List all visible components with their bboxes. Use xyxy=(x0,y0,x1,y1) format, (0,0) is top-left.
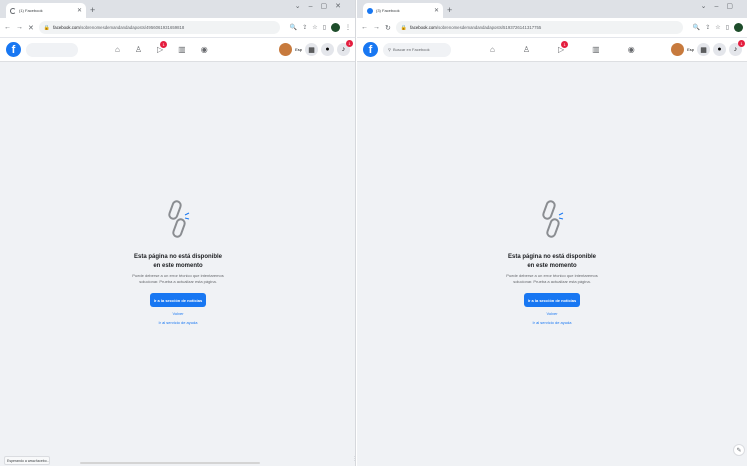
help-center-link[interactable]: Ir al servicio de ayuda xyxy=(118,320,238,325)
broken-link-icon xyxy=(542,200,564,238)
facebook-header: f ⚲ Buscar en Facebook ⌂ ♙ ▷ 1 ▥ ◉ Esp ▦ … xyxy=(357,38,747,62)
share-icon[interactable]: ⇪ xyxy=(302,24,307,31)
menu-grid-icon[interactable]: ▦ xyxy=(697,43,710,56)
avatar[interactable] xyxy=(671,43,685,56)
page-content: Esta página no está disponible en este m… xyxy=(357,62,747,454)
search-placeholder: Buscar en Facebook xyxy=(392,47,430,52)
video-icon[interactable]: ▷ 1 xyxy=(558,41,569,54)
messenger-icon[interactable]: ● xyxy=(713,43,726,56)
notification-badge: 1 xyxy=(346,40,353,47)
edit-icon[interactable]: ✎ xyxy=(733,444,745,456)
back-link[interactable]: Volver xyxy=(492,311,612,316)
notifications-icon[interactable]: ♪ 1 xyxy=(729,40,745,56)
home-icon[interactable]: ⌂ xyxy=(115,45,120,54)
lock-icon: 🔒 xyxy=(43,24,51,31)
messenger-icon[interactable]: ● xyxy=(321,43,334,56)
url-path: /sobrenomesdemandandadaposts/49560619316… xyxy=(79,25,185,30)
video-icon[interactable]: ▷ 1 xyxy=(157,41,168,54)
status-bar: Esperando a www.facebo... xyxy=(4,456,50,465)
tab-title: (1) Facebook xyxy=(19,8,43,13)
browser-tab[interactable]: (1) Facebook ✕ xyxy=(6,3,86,18)
help-center-link[interactable]: Ir al servicio de ayuda xyxy=(492,320,612,325)
groups-icon[interactable]: ◉ xyxy=(201,45,208,54)
url-path: /sobrenomesdemandandadaposts/51937261413… xyxy=(436,25,542,30)
main-nav: ⌂ ♙ ▷ 1 ▥ ◉ xyxy=(490,41,635,54)
facebook-favicon-icon xyxy=(367,7,373,14)
facebook-header: f ⌂ ♙ ▷ 1 ▥ ◉ Esp ▦ ● ♪ 1 xyxy=(0,38,355,62)
notifications-icon[interactable]: ♪ 1 xyxy=(337,40,353,56)
page-content: Esta página no está disponible en este m… xyxy=(0,62,355,454)
notification-badge: 1 xyxy=(738,40,745,47)
search-input[interactable]: ⚲ Buscar en Facebook xyxy=(383,42,451,57)
zoom-icon[interactable]: 🔍 xyxy=(290,24,297,31)
sidepanel-icon[interactable]: ▯ xyxy=(726,24,729,31)
friends-icon[interactable]: ♙ xyxy=(135,45,142,54)
sidepanel-icon[interactable]: ▯ xyxy=(323,24,326,31)
address-bar-row: ← → ↻ 🔒 facebook.com/sobrenomesdemandand… xyxy=(357,18,747,38)
new-tab-icon[interactable]: + xyxy=(447,3,452,18)
profile-name[interactable]: Esp xyxy=(295,47,302,52)
tab-strip: (3) Facebook ✕ + ⌄–▢ xyxy=(357,0,747,18)
forward-icon[interactable]: → xyxy=(373,24,380,31)
window-controls[interactable]: ⌄–▢ xyxy=(701,2,741,10)
horizontal-scrollbar[interactable] xyxy=(80,462,260,464)
profile-icon[interactable] xyxy=(734,23,743,32)
marketplace-icon[interactable]: ▥ xyxy=(178,45,186,54)
menu-icon[interactable]: ⋮ xyxy=(345,24,351,31)
marketplace-icon[interactable]: ▥ xyxy=(592,45,600,54)
url-bar[interactable]: 🔒 facebook.com/sobrenomesdemandandadapos… xyxy=(38,21,280,34)
window-controls[interactable]: ⌄–▢✕ xyxy=(295,2,349,10)
back-link[interactable]: Volver xyxy=(118,311,238,316)
tab-strip: (1) Facebook ✕ + ⌄–▢✕ xyxy=(0,0,355,18)
loading-spinner-icon xyxy=(10,7,16,14)
notification-badge: 1 xyxy=(561,41,569,48)
profile-icon[interactable] xyxy=(331,23,340,32)
bookmark-star-icon[interactable]: ☆ xyxy=(715,24,720,31)
right-browser-window: (3) Facebook ✕ + ⌄–▢ ← → ↻ 🔒 facebook.co… xyxy=(357,0,747,466)
main-nav: ⌂ ♙ ▷ 1 ▥ ◉ xyxy=(115,41,208,54)
browser-tab[interactable]: (3) Facebook ✕ xyxy=(363,3,443,18)
facebook-logo-icon[interactable]: f xyxy=(363,42,378,57)
unavailable-description: Puede deberse a un error técnico que int… xyxy=(506,273,598,284)
home-icon[interactable]: ⌂ xyxy=(490,45,495,54)
content-unavailable-panel: Esta página no está disponible en este m… xyxy=(492,199,612,325)
facebook-logo-icon[interactable]: f xyxy=(6,42,21,57)
share-icon[interactable]: ⇪ xyxy=(705,24,710,31)
unavailable-description: Puede deberse a un error técnico que int… xyxy=(132,273,224,284)
reload-icon[interactable]: ↻ xyxy=(385,24,391,32)
account-cluster: Esp ▦ ● ♪ 1 xyxy=(671,40,745,56)
profile-name[interactable]: Esp xyxy=(687,47,694,52)
back-icon[interactable]: ← xyxy=(361,24,368,31)
notification-badge: 1 xyxy=(160,41,168,48)
groups-icon[interactable]: ◉ xyxy=(628,45,635,54)
bookmark-star-icon[interactable]: ☆ xyxy=(312,24,317,31)
search-input[interactable] xyxy=(26,42,78,57)
forward-icon[interactable]: → xyxy=(16,24,23,31)
address-bar-row: ← → ✕ 🔒 facebook.com/sobrenomesdemandand… xyxy=(0,18,355,38)
unavailable-title: Esta página no está disponible en este m… xyxy=(133,254,223,269)
url-domain: facebook.com xyxy=(410,25,437,30)
broken-link-icon xyxy=(168,200,190,238)
menu-grid-icon[interactable]: ▦ xyxy=(305,43,318,56)
lock-icon: 🔒 xyxy=(400,24,408,31)
tab-title: (3) Facebook xyxy=(376,8,400,13)
unavailable-title: Esta página no está disponible en este m… xyxy=(507,254,597,269)
zoom-icon[interactable]: 🔍 xyxy=(693,24,700,31)
new-tab-icon[interactable]: + xyxy=(90,3,95,18)
search-icon: ⚲ xyxy=(388,47,391,52)
go-to-news-feed-button[interactable]: Ir a la sección de noticias xyxy=(150,293,206,307)
url-domain: facebook.com xyxy=(53,25,80,30)
avatar[interactable] xyxy=(279,43,293,56)
left-browser-window: (1) Facebook ✕ + ⌄–▢✕ ← → ✕ 🔒 facebook.c… xyxy=(0,0,356,466)
back-icon[interactable]: ← xyxy=(4,24,11,31)
stop-icon[interactable]: ✕ xyxy=(28,24,34,32)
content-unavailable-panel: Esta página no está disponible en este m… xyxy=(118,199,238,325)
resize-handle[interactable]: ⋮ xyxy=(352,456,355,462)
close-tab-icon[interactable]: ✕ xyxy=(434,7,439,14)
account-cluster: Esp ▦ ● ♪ 1 xyxy=(279,40,353,56)
close-tab-icon[interactable]: ✕ xyxy=(77,7,82,14)
url-bar[interactable]: 🔒 facebook.com/sobrenomesdemandandadapos… xyxy=(395,21,683,34)
friends-icon[interactable]: ♙ xyxy=(523,45,530,54)
go-to-news-feed-button[interactable]: Ir a la sección de noticias xyxy=(524,293,580,307)
